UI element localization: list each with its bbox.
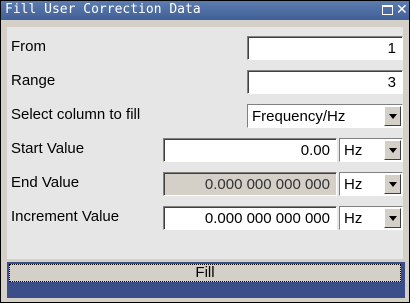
end-unit-value: Hz	[344, 176, 363, 193]
range-field[interactable]: 3	[247, 70, 403, 94]
range-label: Range	[11, 72, 56, 89]
close-icon[interactable]: ✕	[396, 3, 408, 17]
chevron-down-icon[interactable]	[384, 208, 401, 228]
column-select-value: Frequency/Hz	[252, 108, 346, 125]
title-bar[interactable]: Fill User Correction Data ✕	[1, 1, 409, 20]
increment-value-label: Increment Value	[11, 208, 120, 225]
window-title: Fill User Correction Data	[5, 2, 201, 17]
from-field[interactable]: 1	[247, 36, 403, 60]
fill-button[interactable]: Fill	[9, 264, 401, 282]
select-column-label: Select column to fill	[11, 106, 141, 123]
dialog-window: Fill User Correction Data ✕ From 1 Range…	[0, 0, 410, 303]
chevron-down-icon[interactable]	[384, 106, 401, 126]
start-value-label: Start Value	[11, 140, 85, 157]
start-unit-select[interactable]: Hz	[339, 138, 403, 162]
increment-unit-select[interactable]: Hz	[339, 206, 403, 230]
chevron-down-icon[interactable]	[384, 140, 401, 160]
end-value-field: 0.000 000 000 000	[163, 172, 337, 196]
end-unit-select[interactable]: Hz	[339, 172, 403, 196]
chevron-down-icon[interactable]	[384, 174, 401, 194]
column-select[interactable]: Frequency/Hz	[247, 104, 403, 128]
from-label: From	[11, 38, 46, 55]
maximize-icon[interactable]	[382, 5, 393, 15]
increment-unit-value: Hz	[344, 210, 363, 227]
start-value-field[interactable]: 0.00	[163, 138, 337, 162]
increment-value-field[interactable]: 0.000 000 000 000	[163, 206, 337, 230]
start-unit-value: Hz	[344, 142, 363, 159]
end-value-label: End Value	[11, 174, 80, 191]
